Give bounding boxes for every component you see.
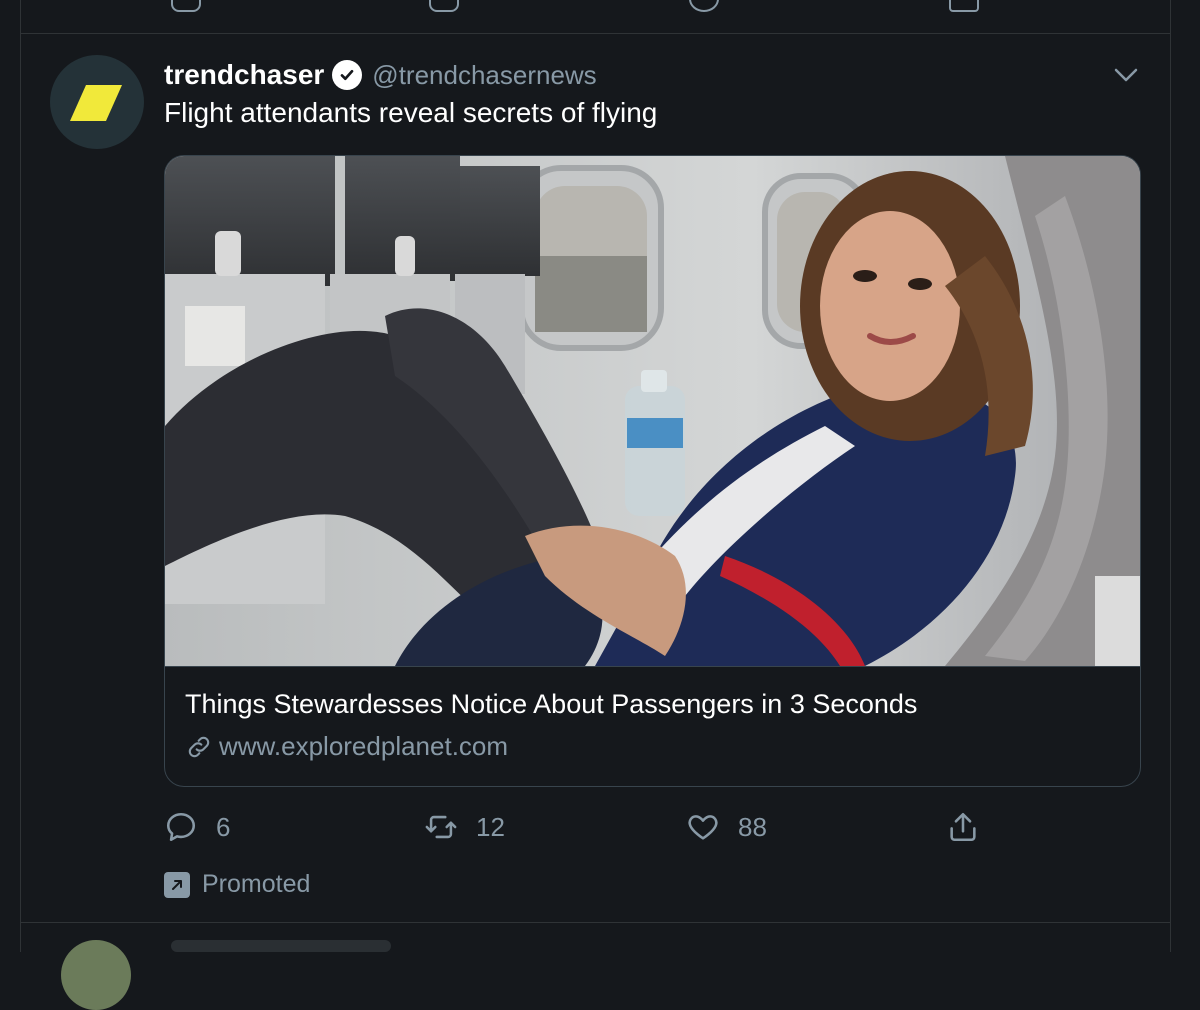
like-button[interactable]: 88: [686, 810, 767, 844]
link-icon: [188, 736, 210, 757]
reply-icon[interactable]: [171, 0, 201, 12]
tweet-header: trendchaser @trendchasernews: [164, 57, 597, 93]
like-icon[interactable]: [689, 0, 719, 12]
card-image[interactable]: [165, 156, 1140, 666]
tweet-text: Flight attendants reveal secrets of flyi…: [164, 97, 658, 128]
next-tweet-header: [171, 940, 391, 952]
share-button[interactable]: [946, 810, 980, 844]
reply-icon: [166, 812, 196, 842]
promoted-text: Promoted: [202, 870, 311, 898]
card-url[interactable]: www.exploredplanet.com: [185, 731, 508, 762]
share-icon: [950, 812, 976, 842]
chevron-down-icon[interactable]: [1112, 65, 1140, 85]
reply-count: 6: [216, 811, 231, 842]
previous-tweet-actions: [21, 0, 1170, 34]
verified-badge-icon: [332, 60, 363, 90]
card-url-text: www.exploredplanet.com: [219, 731, 509, 761]
card-meta[interactable]: Things Stewardesses Notice About Passeng…: [165, 666, 1140, 786]
flight-attendant-photo: [165, 156, 1140, 666]
display-name[interactable]: trendchaser: [164, 59, 324, 91]
retweet-count: 12: [476, 811, 505, 842]
avatar[interactable]: [50, 55, 144, 149]
promoted-icon: [164, 871, 190, 898]
heart-icon: [688, 815, 718, 840]
tweet-actions: 6 12 88: [164, 810, 1141, 850]
card-title[interactable]: Things Stewardesses Notice About Passeng…: [185, 689, 917, 720]
promoted-label[interactable]: Promoted: [164, 870, 310, 899]
retweet-icon: [425, 815, 457, 839]
handle[interactable]: @trendchasernews: [372, 60, 596, 91]
like-count: 88: [738, 811, 767, 842]
retweet-button[interactable]: 12: [424, 810, 505, 844]
share-icon[interactable]: [949, 0, 979, 12]
timeline: trendchaser @trendchasernews Flight atte…: [20, 0, 1171, 1010]
reply-button[interactable]: 6: [164, 810, 230, 844]
link-card[interactable]: Things Stewardesses Notice About Passeng…: [164, 155, 1141, 787]
retweet-icon[interactable]: [429, 0, 459, 12]
next-tweet-avatar[interactable]: [61, 940, 131, 1010]
trendchaser-logo-icon: [69, 85, 123, 121]
promoted-tweet[interactable]: trendchaser @trendchasernews Flight atte…: [21, 35, 1170, 923]
